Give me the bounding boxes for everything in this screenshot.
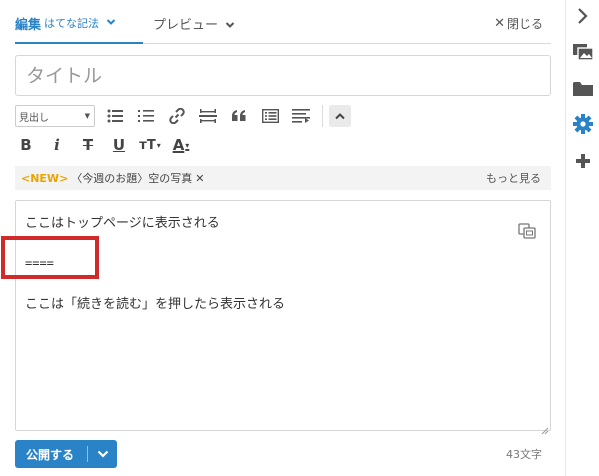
more-break-button[interactable]: [197, 105, 219, 127]
link-icon: [169, 108, 185, 124]
tab-edit[interactable]: 編集 はてな記法: [15, 14, 143, 44]
char-count: 43文字: [506, 448, 542, 461]
bullet-list-icon: [107, 109, 123, 123]
text-align-icon: [292, 109, 310, 123]
font-size-label: тT: [139, 137, 156, 153]
editor-line: ここはトップページに表示される: [25, 216, 220, 231]
tab-preview-label: プレビュー: [153, 18, 219, 33]
close-label: 閉じる: [506, 17, 543, 31]
text-color-label: A: [172, 136, 185, 154]
quote-icon: [232, 110, 246, 121]
more-topics-link[interactable]: もっと見る: [486, 170, 541, 186]
publish-button[interactable]: 公開する: [15, 446, 87, 463]
strikethrough-button[interactable]: T: [77, 134, 99, 156]
highlight-box: [1, 236, 99, 279]
chevron-right-icon[interactable]: [572, 5, 594, 27]
images-icon[interactable]: [572, 41, 594, 63]
bold-button[interactable]: B: [15, 134, 37, 156]
dropdown-dot-icon: ▾: [185, 140, 190, 150]
editor-tabs: 編集 はてな記法 プレビュー ✕ 閉じる: [15, 0, 551, 44]
chevron-down-icon: [225, 19, 235, 29]
topic-bar: <NEW> 〈今週のお題〉空の写真 ✕ もっと見る: [15, 166, 551, 190]
heading-select[interactable]: 見出し ▼: [15, 105, 95, 127]
numbered-list-icon: [138, 110, 154, 122]
publish-options-button[interactable]: [88, 440, 117, 468]
italic-button[interactable]: i: [46, 134, 68, 156]
dropdown-dot-icon: ▾: [156, 140, 161, 150]
tab-edit-label: 編集: [15, 18, 42, 33]
table-button[interactable]: [259, 105, 281, 127]
close-button[interactable]: ✕ 閉じる: [494, 15, 543, 32]
plus-icon[interactable]: [572, 150, 594, 172]
gear-icon[interactable]: [572, 113, 594, 135]
collapse-toolbar-button[interactable]: [329, 105, 351, 127]
chevron-up-icon: [335, 113, 345, 120]
chevron-down-icon: [97, 450, 108, 458]
page-break-icon: [199, 109, 217, 123]
toolbar-row-2: B i T U тT ▾ A ▾: [15, 134, 201, 156]
body-editor[interactable]: ここはトップページに表示される ==== ここは「続きを読む」を押したら表示され…: [15, 200, 551, 435]
side-rail: [565, 0, 599, 476]
font-size-button[interactable]: тT ▾: [139, 134, 161, 156]
remove-topic-icon[interactable]: ✕: [195, 172, 204, 185]
chevron-down-icon: [106, 16, 116, 26]
tab-edit-mode: はてな記法: [44, 17, 100, 30]
resize-handle-icon[interactable]: [540, 420, 549, 435]
bullet-list-button[interactable]: [104, 105, 126, 127]
title-input[interactable]: [15, 55, 551, 96]
heading-select-value: 見出し: [19, 112, 49, 124]
quote-button[interactable]: [228, 105, 250, 127]
folder-icon[interactable]: [572, 78, 594, 100]
align-button[interactable]: [290, 105, 312, 127]
new-badge: <NEW>: [21, 171, 69, 185]
publish-button-group: 公開する: [15, 440, 117, 468]
underline-button[interactable]: U: [108, 134, 130, 156]
text-color-button[interactable]: A ▾: [170, 134, 192, 156]
table-icon: [261, 109, 279, 123]
numbered-list-button[interactable]: [135, 105, 157, 127]
editor-line: ここは「続きを読む」を押したら表示される: [25, 297, 286, 312]
select-arrow-icon: ▼: [84, 112, 90, 120]
close-icon: ✕: [494, 16, 505, 31]
tab-preview[interactable]: プレビュー: [153, 14, 235, 33]
topic-label[interactable]: 〈今週のお題〉空の写真: [71, 170, 192, 186]
toolbar-separator: [322, 105, 323, 127]
paste-icon[interactable]: [518, 223, 536, 239]
link-button[interactable]: [166, 105, 188, 127]
toolbar-row-1: 見出し ▼: [15, 105, 351, 127]
